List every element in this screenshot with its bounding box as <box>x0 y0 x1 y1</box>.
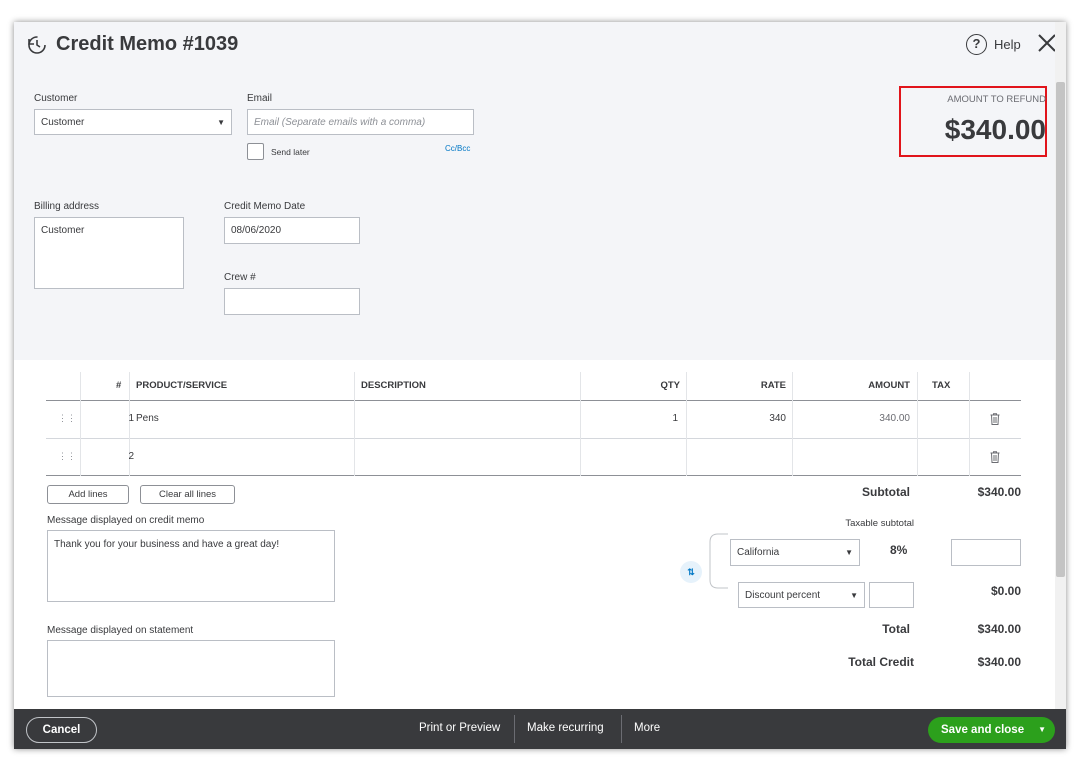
total-value: $340.00 <box>977 622 1021 636</box>
discount-type-value: Discount percent <box>745 589 821 601</box>
subtotal-label: Subtotal <box>862 485 910 499</box>
footer-divider <box>621 715 622 743</box>
customer-select[interactable]: Customer ▼ <box>34 109 232 135</box>
total-credit-label: Total Credit <box>848 655 914 669</box>
help-link[interactable]: Help <box>994 37 1021 52</box>
send-later-checkbox[interactable] <box>247 143 264 160</box>
taxable-subtotal-label: Taxable subtotal <box>845 518 914 529</box>
column-header-product: PRODUCT/SERVICE <box>136 380 228 391</box>
cc-bcc-link[interactable]: Cc/Bcc <box>445 144 470 153</box>
recent-transactions-icon[interactable] <box>26 34 48 56</box>
tax-region-value: California <box>737 547 780 558</box>
swap-order-icon[interactable]: ⇅ <box>680 561 702 583</box>
discount-type-select[interactable]: Discount percent ▼ <box>738 582 865 608</box>
trash-icon[interactable] <box>990 413 1000 425</box>
drag-handle-icon[interactable]: ⋮⋮ <box>58 413 76 424</box>
table-row[interactable]: ⋮⋮ 1 Pens 1 340 340.00 <box>46 401 1021 438</box>
row-qty[interactable]: 1 <box>636 413 678 424</box>
discount-value-field[interactable] <box>869 582 914 608</box>
chevron-down-icon: ▼ <box>845 548 853 557</box>
tax-region-select[interactable]: California ▼ <box>730 539 860 566</box>
help-icon[interactable]: ? <box>966 34 987 55</box>
save-and-close-button[interactable]: Save and close ▼ <box>928 717 1055 743</box>
credit-memo-date-label: Credit Memo Date <box>224 201 306 212</box>
chevron-down-icon[interactable]: ▼ <box>1038 725 1046 734</box>
credit-memo-window: Credit Memo #1039 ? Help Customer Custom… <box>14 22 1066 749</box>
footer-bar: Cancel Print or Preview Make recurring M… <box>14 709 1066 749</box>
tax-rate: 8% <box>890 543 908 557</box>
total-credit-value: $340.00 <box>977 655 1021 669</box>
billing-address-value: Customer <box>41 225 85 236</box>
footer-divider <box>514 715 515 743</box>
billing-address-label: Billing address <box>34 201 100 212</box>
crew-label: Crew # <box>224 272 256 283</box>
row-rate[interactable]: 340 <box>746 413 786 424</box>
more-button[interactable]: More <box>634 722 660 734</box>
chevron-down-icon: ▼ <box>850 590 858 600</box>
email-label: Email <box>247 93 273 104</box>
email-placeholder: Email (Separate emails with a comma) <box>254 116 426 128</box>
row-product[interactable]: Pens <box>136 413 159 424</box>
send-later-label: Send later <box>271 147 310 157</box>
chevron-down-icon: ▼ <box>217 117 225 127</box>
subtotal-value: $340.00 <box>977 485 1021 499</box>
column-header-description: DESCRIPTION <box>361 380 426 391</box>
clear-all-lines-button[interactable]: Clear all lines <box>140 485 235 504</box>
header-panel <box>14 22 1055 360</box>
column-header-tax: TAX <box>932 380 951 391</box>
discount-amount: $0.00 <box>990 584 1021 598</box>
drag-handle-icon[interactable]: ⋮⋮ <box>58 451 76 462</box>
tax-bracket-connector <box>709 533 728 589</box>
amount-to-refund-value: $340.00 <box>944 114 1046 145</box>
row-number: 2 <box>128 451 134 462</box>
scrollbar-thumb[interactable] <box>1056 82 1065 577</box>
print-or-preview-button[interactable]: Print or Preview <box>419 722 500 734</box>
make-recurring-button[interactable]: Make recurring <box>527 722 604 734</box>
row-amount[interactable]: 340.00 <box>856 413 910 424</box>
statement-message-label: Message displayed on statement <box>47 625 194 636</box>
credit-memo-date-value: 08/06/2020 <box>231 225 282 236</box>
add-lines-button[interactable]: Add lines <box>47 485 129 504</box>
customer-label: Customer <box>34 93 78 104</box>
customer-select-value: Customer <box>41 116 85 128</box>
page-title: Credit Memo #1039 <box>56 33 239 55</box>
credit-memo-message-value: Thank you for your business and have a g… <box>54 539 280 550</box>
table-bottom-rule <box>46 475 1021 476</box>
column-header-num: # <box>116 380 122 391</box>
credit-memo-message-field[interactable]: Thank you for your business and have a g… <box>47 530 335 602</box>
billing-address-field[interactable]: Customer <box>34 217 184 289</box>
total-label: Total <box>882 622 910 636</box>
tax-amount-field[interactable] <box>951 539 1021 566</box>
statement-message-field[interactable] <box>47 640 335 697</box>
row-number: 1 <box>128 413 134 424</box>
cancel-button[interactable]: Cancel <box>26 717 97 743</box>
crew-field[interactable] <box>224 288 360 315</box>
table-row[interactable]: ⋮⋮ 2 <box>46 439 1021 475</box>
amount-to-refund-label: AMOUNT TO REFUND <box>947 94 1046 105</box>
save-and-close-label: Save and close <box>941 724 1025 736</box>
credit-memo-date-field[interactable]: 08/06/2020 <box>224 217 360 244</box>
trash-icon[interactable] <box>990 451 1000 463</box>
column-header-rate: RATE <box>760 380 786 391</box>
email-field[interactable]: Email (Separate emails with a comma) <box>247 109 474 135</box>
credit-memo-message-label: Message displayed on credit memo <box>47 515 205 526</box>
column-header-qty: QTY <box>660 380 680 391</box>
column-header-amount: AMOUNT <box>868 380 910 391</box>
